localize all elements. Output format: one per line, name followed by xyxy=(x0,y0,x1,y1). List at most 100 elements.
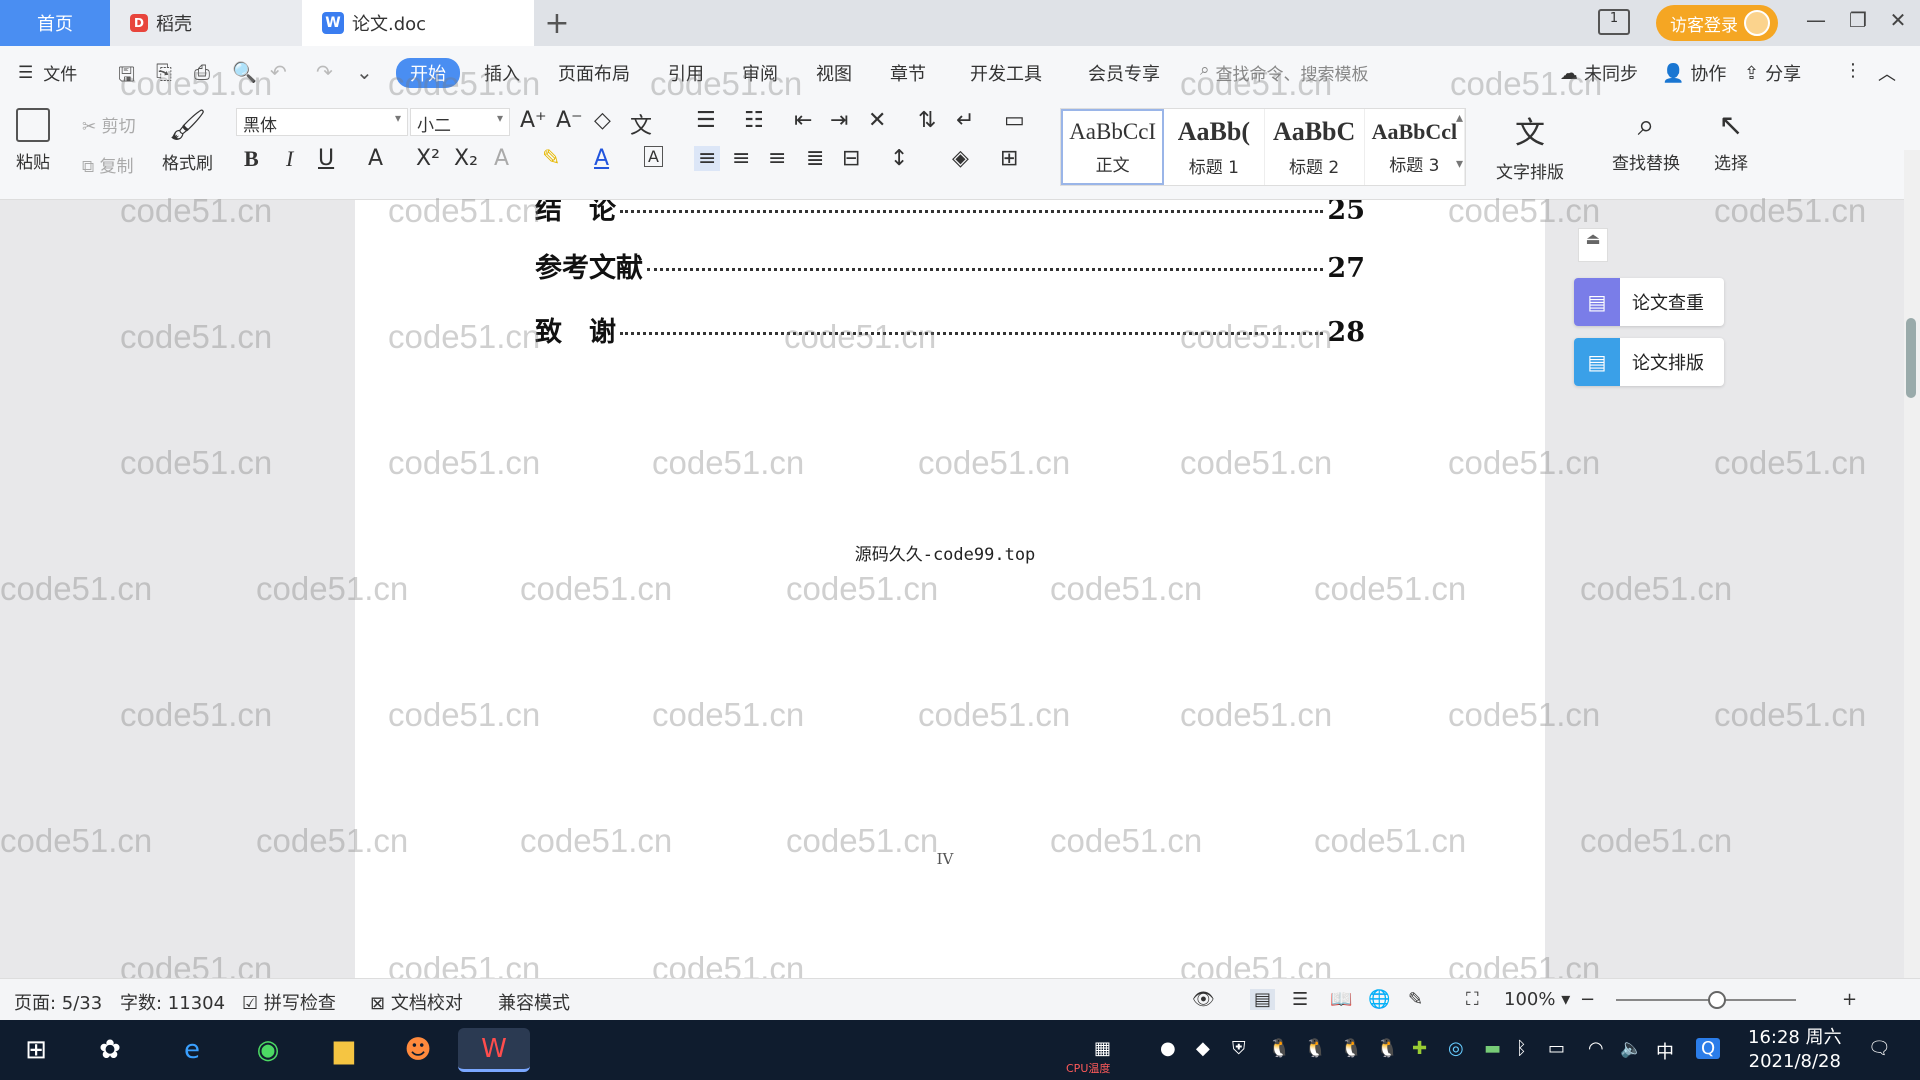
text-effect-icon[interactable]: A xyxy=(494,146,509,171)
tab-page-layout[interactable]: 页面布局 xyxy=(558,60,630,86)
export-icon[interactable]: ⎘ xyxy=(156,60,172,84)
shield-icon[interactable]: ⛨ xyxy=(1232,1038,1246,1059)
format-painter-button[interactable]: 🖌 格式刷 xyxy=(162,108,213,174)
tab-insert[interactable]: 插入 xyxy=(484,60,520,86)
vertical-scrollbar[interactable] xyxy=(1904,150,1920,978)
panel-layout-icon[interactable]: 1 xyxy=(1598,9,1630,35)
char-border-icon[interactable]: A xyxy=(644,146,663,167)
tab-view[interactable]: 视图 xyxy=(816,60,852,86)
sort-icon[interactable]: ⇅ xyxy=(918,108,936,133)
spell-check-button[interactable]: ☑ 拼写检查 xyxy=(242,989,336,1015)
bold-icon[interactable]: B xyxy=(244,146,259,172)
text-layout-button[interactable]: 文 文字排版 xyxy=(1496,108,1564,183)
proofread-button[interactable]: ⊠ 文档校对 xyxy=(370,989,463,1015)
toc-entry[interactable]: 结 论 25 xyxy=(535,200,1365,227)
increase-font-icon[interactable]: A⁺ xyxy=(520,108,547,133)
redo-icon[interactable]: ↷ xyxy=(316,60,333,84)
qq-icon[interactable]: 🐧 xyxy=(1268,1038,1290,1059)
style-more-icon[interactable]: ▾ xyxy=(1456,156,1463,172)
shading-icon[interactable]: ◈ xyxy=(952,146,969,171)
qq-icon[interactable]: 🐧 xyxy=(1376,1038,1398,1059)
clear-format-icon[interactable]: ◇ xyxy=(594,108,611,133)
search-app-icon[interactable]: Q xyxy=(1696,1038,1721,1059)
document-page[interactable]: 结 论 25 参考文献 27 致 谢 28 源码久久-code99.top IV xyxy=(355,200,1545,978)
tab-document[interactable]: W 论文.doc xyxy=(302,0,534,46)
print-icon[interactable]: ⎙ xyxy=(194,60,210,84)
eye-protect-icon[interactable]: 👁 xyxy=(1192,989,1215,1010)
minimize-icon[interactable]: — xyxy=(1796,8,1836,32)
collapse-ribbon-icon[interactable]: ︿ xyxy=(1878,60,1896,86)
increase-indent-icon[interactable]: ⇥ xyxy=(830,108,848,133)
toc-entry[interactable]: 参考文献 27 xyxy=(535,246,1365,285)
chinese-layout-icon[interactable]: ✕ xyxy=(868,108,886,133)
zoom-level[interactable]: 100% ▾ xyxy=(1504,989,1570,1010)
align-right-icon[interactable]: ≡ xyxy=(768,146,786,171)
close-icon[interactable]: ✕ xyxy=(1878,8,1918,32)
pinyin-guide-icon[interactable]: 文 xyxy=(630,108,652,140)
clock[interactable]: 16:28 周六 2021/8/28 xyxy=(1748,1026,1842,1074)
font-color-icon[interactable]: A xyxy=(594,146,609,171)
qq-icon[interactable]: 🐧 xyxy=(1340,1038,1362,1059)
app-pinwheel-icon[interactable]: ✿ xyxy=(88,1028,132,1072)
underline-icon[interactable]: U xyxy=(318,146,334,171)
zoom-slider[interactable] xyxy=(1616,999,1796,1001)
battery-icon[interactable]: ▭ xyxy=(1548,1038,1565,1059)
highlight-icon[interactable]: ✎ xyxy=(542,146,560,171)
undo-icon[interactable]: ↶ xyxy=(270,60,287,84)
tab-ruler-icon[interactable]: ▭ xyxy=(1004,108,1025,133)
decrease-indent-icon[interactable]: ⇤ xyxy=(794,108,812,133)
style-heading-3[interactable]: AaBbCcl 标题 3 xyxy=(1365,109,1465,185)
style-normal[interactable]: AaBbCcI 正文 xyxy=(1061,109,1165,185)
font-family-select[interactable]: 黑体 ▾ xyxy=(236,108,408,136)
font-size-select[interactable]: 小二 ▾ xyxy=(410,108,510,136)
web-view-icon[interactable]: 🌐 xyxy=(1368,989,1390,1010)
align-left-icon[interactable]: ≡ xyxy=(694,146,721,171)
borders-icon[interactable]: ⊞ xyxy=(1000,146,1018,171)
select-button[interactable]: ↖ 选择 xyxy=(1714,108,1748,174)
line-spacing-icon[interactable]: ↕ xyxy=(890,146,908,171)
zoom-in-icon[interactable]: + xyxy=(1842,989,1857,1010)
page-view-icon[interactable]: ▤ xyxy=(1250,989,1276,1010)
page-indicator[interactable]: 页面: 5/33 xyxy=(14,989,102,1015)
share-button[interactable]: ⇪ 分享 xyxy=(1744,60,1801,86)
italic-icon[interactable]: I xyxy=(286,146,293,172)
align-center-icon[interactable]: ≡ xyxy=(732,146,750,171)
guest-login-button[interactable]: 访客登录 xyxy=(1656,5,1778,41)
pen-icon[interactable]: ✎ xyxy=(1408,989,1423,1010)
justify-icon[interactable]: ≣ xyxy=(806,146,824,171)
volume-icon[interactable]: 🔈 xyxy=(1620,1038,1642,1059)
tray-app-icon[interactable]: ◆ xyxy=(1196,1038,1210,1059)
wifi-icon[interactable]: ◠ xyxy=(1588,1038,1604,1059)
subscript-icon[interactable]: X₂ xyxy=(454,146,478,171)
more-icon[interactable]: ⋮ xyxy=(1844,60,1862,81)
tab-home[interactable]: 首页 xyxy=(0,0,110,46)
find-replace-button[interactable]: ⌕ 查找替换 xyxy=(1612,108,1680,174)
superscript-icon[interactable]: X² xyxy=(416,146,440,171)
tray-plus-icon[interactable]: ✚ xyxy=(1412,1038,1427,1059)
tab-member[interactable]: 会员专享 xyxy=(1088,60,1160,86)
tray-app-icon[interactable]: ● xyxy=(1160,1038,1176,1059)
app-mascot-icon[interactable]: ☻ xyxy=(396,1028,440,1072)
file-menu[interactable]: ☰ 文件 xyxy=(18,60,77,86)
style-heading-1[interactable]: AaBb( 标题 1 xyxy=(1164,109,1265,185)
print-preview-icon[interactable]: 🔍 xyxy=(232,60,257,84)
collaborate-button[interactable]: 👤 协作 xyxy=(1662,60,1726,86)
new-tab-button[interactable]: + xyxy=(540,6,574,41)
notification-icon[interactable]: 🗨 xyxy=(1868,1038,1891,1059)
paper-layout-button[interactable]: ▤ 论文排版 xyxy=(1574,338,1724,386)
tab-chapter[interactable]: 章节 xyxy=(890,60,926,86)
copy-button[interactable]: ⧉ 复制 xyxy=(82,152,134,177)
decrease-font-icon[interactable]: A⁻ xyxy=(556,108,583,133)
command-search[interactable]: ⌕ 查找命令、搜索模板 xyxy=(1200,60,1369,85)
cut-button[interactable]: ✂ 剪切 xyxy=(82,112,136,137)
paste-button[interactable]: 粘贴 xyxy=(16,108,50,173)
wps-taskbar-icon[interactable]: W xyxy=(458,1028,530,1072)
show-marks-icon[interactable]: ↵ xyxy=(956,108,974,133)
news-icon[interactable]: ▦ xyxy=(1094,1038,1111,1059)
distribute-icon[interactable]: ⊟ xyxy=(842,146,860,171)
paper-check-button[interactable]: ▤ 论文查重 xyxy=(1574,278,1724,326)
zoom-out-icon[interactable]: − xyxy=(1580,989,1595,1010)
side-panel-collapse-icon[interactable]: ⏏ xyxy=(1578,228,1608,262)
ime-indicator[interactable]: 中 xyxy=(1656,1038,1674,1064)
ie-browser-icon[interactable]: e xyxy=(170,1028,214,1072)
